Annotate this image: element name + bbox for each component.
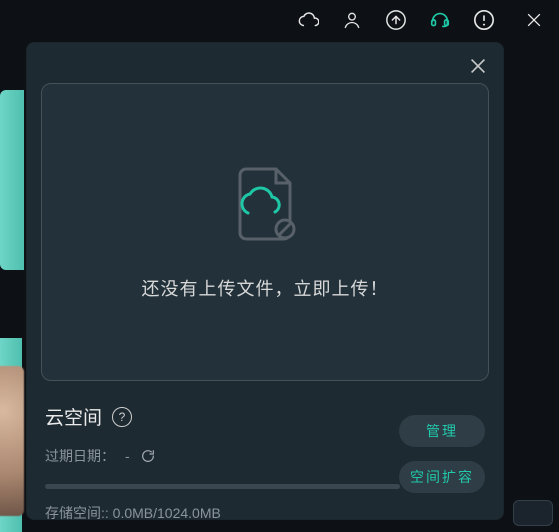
storage-progress — [45, 484, 400, 489]
cloud-space-info: 云空间 ? 过期日期： - 存储空间:: 0.0MB/1024.0MB 管理 空… — [45, 403, 485, 509]
info-icon[interactable] — [473, 9, 495, 31]
storage-label: 存储空间:: — [45, 505, 109, 521]
expiry-label: 过期日期： — [45, 446, 115, 466]
bg-strip-bottom — [0, 338, 22, 532]
expiry-value: - — [125, 448, 130, 464]
refresh-icon[interactable] — [140, 448, 156, 464]
expand-button[interactable]: 空间扩容 — [399, 461, 485, 493]
close-icon[interactable] — [467, 55, 489, 82]
cloud-icon[interactable] — [297, 9, 319, 31]
section-title: 云空间 — [45, 403, 102, 430]
cloud-file-icon — [228, 163, 302, 245]
headset-icon[interactable] — [429, 9, 451, 31]
bg-badge-peek — [513, 500, 553, 526]
help-icon[interactable]: ? — [112, 407, 132, 427]
user-icon[interactable] — [341, 9, 363, 31]
upload-empty-card: 还没有上传文件，立即上传！ — [41, 83, 489, 381]
empty-prompt: 还没有上传文件，立即上传！ — [142, 275, 389, 301]
top-toolbar — [0, 0, 559, 40]
upload-icon[interactable] — [385, 9, 407, 31]
thumbnail-preview — [0, 366, 24, 516]
storage-value: 0.0MB/1024.0MB — [113, 505, 221, 521]
cloud-space-dialog: 还没有上传文件，立即上传！ 云空间 ? 过期日期： - 存储空间:: 0.0MB… — [26, 42, 504, 520]
manage-button[interactable]: 管理 — [399, 415, 485, 447]
app-close-icon[interactable] — [523, 9, 545, 31]
bg-strip-top — [0, 90, 24, 270]
